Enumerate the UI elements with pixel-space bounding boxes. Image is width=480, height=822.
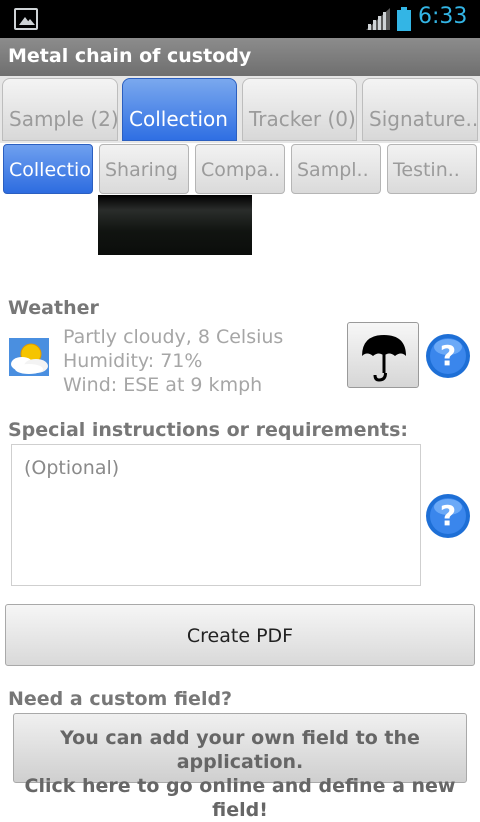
subtab-label: Testin..	[393, 159, 460, 181]
weather-humidity: Humidity: 71%	[63, 350, 203, 372]
custom-field-line1: You can add your own field to the applic…	[60, 727, 420, 773]
primary-tab-bar: Sample (2) Collection Tracker (0) Signat…	[0, 76, 480, 143]
app-title: Metal chain of custody	[8, 45, 252, 67]
tab-sample[interactable]: Sample (2)	[2, 78, 118, 141]
battery-icon	[397, 7, 411, 31]
signal-icon	[366, 8, 390, 30]
subtab-collection[interactable]: Collection	[3, 144, 93, 194]
instructions-heading: Special instructions or requirements:	[8, 419, 408, 441]
subtab-label: Sampl..	[297, 159, 369, 181]
subtab-company[interactable]: Compa..	[195, 144, 285, 194]
custom-field-line2: Click here to go online and define a new…	[24, 775, 456, 821]
subtab-testing[interactable]: Testin..	[387, 144, 477, 194]
picture-icon	[14, 8, 38, 30]
status-time: 6:33	[418, 4, 468, 29]
tab-signature[interactable]: Signature..	[362, 78, 478, 141]
partly-cloudy-icon	[9, 338, 49, 376]
custom-field-button[interactable]: You can add your own field to the applic…	[13, 713, 467, 821]
status-bar: 6:33	[0, 0, 480, 38]
instructions-placeholder: (Optional)	[24, 457, 120, 479]
svg-text:?: ?	[440, 339, 456, 372]
tab-label: Tracker (0)	[249, 107, 356, 131]
subtab-samples[interactable]: Sampl..	[291, 144, 381, 194]
weather-wind: Wind: ESE at 9 kmph	[63, 374, 263, 396]
tab-label: Collection	[129, 107, 228, 131]
svg-text:?: ?	[440, 499, 456, 532]
subtab-sharing[interactable]: Sharing	[99, 144, 189, 194]
weather-conditions: Partly cloudy, 8 Celsius	[63, 326, 284, 348]
subtab-label: Sharing	[105, 159, 178, 181]
tab-label: Signature..	[369, 107, 478, 131]
weather-heading: Weather	[8, 297, 99, 319]
tab-tracker[interactable]: Tracker (0)	[242, 78, 357, 141]
weather-help-icon[interactable]: ?	[425, 333, 471, 379]
subtab-label: Compa..	[201, 159, 281, 181]
subtab-label: Collection	[9, 159, 92, 181]
tab-collection[interactable]: Collection	[122, 78, 237, 141]
create-pdf-button[interactable]: Create PDF	[5, 604, 475, 666]
tab-label: Sample (2)	[9, 107, 118, 131]
photo-preview[interactable]	[98, 195, 252, 255]
secondary-tab-bar: Collection Sharing Compa.. Sampl.. Testi…	[0, 143, 480, 195]
title-bar: Metal chain of custody	[0, 38, 480, 76]
umbrella-icon	[362, 335, 406, 382]
custom-field-heading: Need a custom field?	[8, 688, 233, 710]
weather-refresh-button[interactable]	[347, 322, 419, 388]
instructions-input[interactable]: (Optional)	[11, 444, 421, 586]
instructions-help-icon[interactable]: ?	[425, 493, 471, 539]
